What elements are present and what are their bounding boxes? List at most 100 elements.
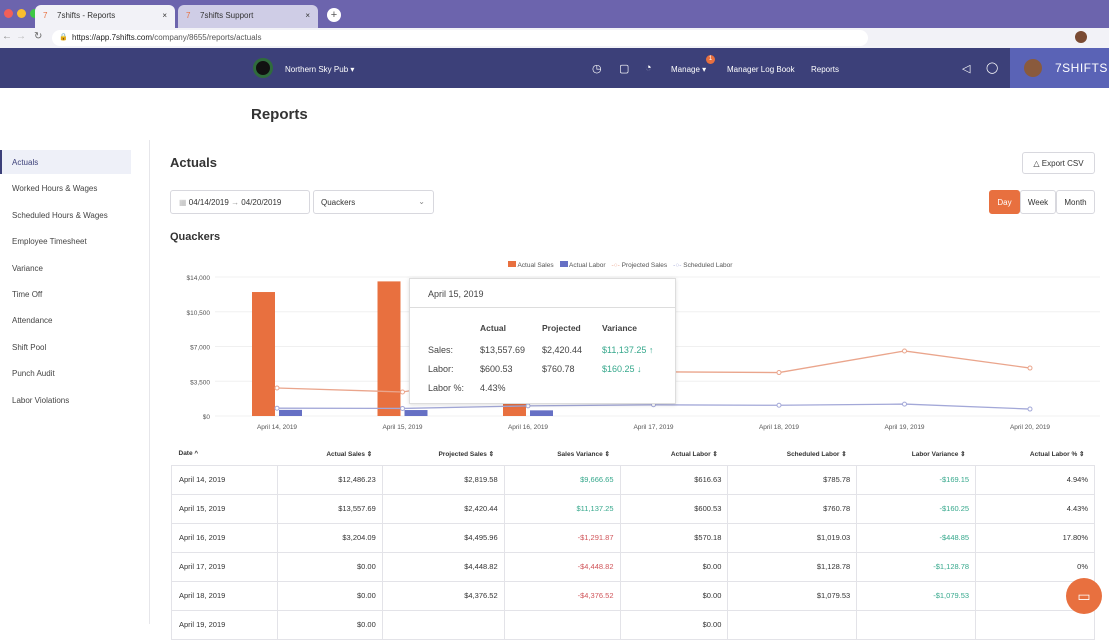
- table-cell: [727, 609, 858, 640]
- dashboard-icon[interactable]: ◷: [592, 62, 602, 75]
- manage-label: Manage: [671, 65, 700, 74]
- actual-labor-bar: [530, 410, 553, 416]
- url-field[interactable]: https://app.7shifts.com/company/8655/rep…: [52, 30, 868, 46]
- close-tab-icon[interactable]: ×: [305, 11, 310, 20]
- table-row: April 18, 2019 $0.00 $4,376.52 -$4,376.52 $0…: [171, 580, 1095, 611]
- table-row: April 17, 2019 $0.00 $4,448.82 -$4,448.82 $0…: [171, 551, 1095, 582]
- lock-icon: 🔒: [59, 34, 68, 41]
- new-tab-icon[interactable]: +: [327, 8, 341, 22]
- table-cell: April 15, 2019: [171, 493, 278, 524]
- table-cell: -$1,079.53: [856, 580, 977, 611]
- table-cell: $2,420.44: [381, 493, 505, 524]
- table-cell: $12,486.23: [276, 464, 383, 495]
- announcement-icon[interactable]: ◁: [962, 62, 970, 75]
- period-month-button[interactable]: Month: [1056, 190, 1095, 214]
- sidebar-item[interactable]: Attendance: [0, 308, 131, 332]
- table-cell: April 18, 2019: [171, 580, 278, 611]
- table-cell: $2,819.58: [381, 464, 505, 495]
- close-tab-icon[interactable]: ×: [162, 11, 167, 20]
- column-header[interactable]: Actual Sales ⇕: [277, 443, 382, 465]
- brand-area: 7SHIFTS: [1010, 48, 1109, 88]
- column-header[interactable]: Date ^: [172, 443, 278, 465]
- period-day-button[interactable]: Day: [989, 190, 1020, 214]
- tooltip-date: April 15, 2019: [428, 289, 484, 299]
- sidebar-item[interactable]: Labor Violations: [0, 388, 131, 412]
- column-header[interactable]: Labor Variance ⇕: [857, 443, 976, 465]
- calendar-icon[interactable]: ▢: [619, 62, 629, 75]
- scheduled-labor-point: [776, 402, 782, 408]
- location-switcher[interactable]: Northern Sky Pub ▾: [285, 65, 354, 74]
- scheduled-labor-point: [1027, 406, 1033, 412]
- table-cell: $4,376.52: [381, 580, 505, 611]
- browser-tab-reports[interactable]: 7 7shifts - Reports ×: [35, 5, 175, 28]
- section-title: Actuals: [170, 155, 217, 170]
- tooltip-actual: $13,557.69: [480, 345, 526, 355]
- y-tick-label: $10,500: [187, 310, 211, 317]
- tab-title: 7shifts Support: [200, 11, 254, 20]
- table-cell: $0.00: [276, 609, 383, 640]
- tooltip-col: Actual: [480, 323, 506, 333]
- sidebar-item[interactable]: Employee Timesheet: [0, 229, 131, 253]
- date-from: 04/14/2019: [188, 198, 229, 207]
- close-window-icon[interactable]: [4, 9, 13, 18]
- date-to: 04/20/2019: [241, 198, 282, 207]
- table-cell: 17.80%: [975, 522, 1095, 553]
- table-cell: $570.18: [619, 522, 729, 553]
- sidebar-item[interactable]: Variance: [0, 256, 131, 280]
- sidebar-item[interactable]: Shift Pool: [0, 335, 131, 359]
- column-header[interactable]: Scheduled Labor ⇕: [728, 443, 857, 465]
- sidebar-item[interactable]: Scheduled Hours & Wages: [0, 203, 131, 227]
- tooltip-projected: $760.78: [542, 364, 575, 374]
- manager-log-book-link[interactable]: Manager Log Book: [727, 65, 795, 74]
- column-header[interactable]: Actual Labor ⇕: [620, 443, 728, 465]
- column-header[interactable]: Sales Variance ⇕: [504, 443, 620, 465]
- favicon-icon: 7: [186, 11, 191, 20]
- table-cell: -$4,376.52: [503, 580, 621, 611]
- y-tick-label: $7,000: [190, 345, 210, 352]
- reload-icon[interactable]: ↻: [34, 31, 42, 42]
- sidebar-item[interactable]: Actuals: [0, 150, 131, 174]
- tooltip-variance: $11,137.25 ↑: [602, 345, 654, 355]
- actual-sales-bar: [252, 292, 275, 416]
- table-cell: $616.63: [619, 464, 729, 495]
- sidebar-item[interactable]: Worked Hours & Wages: [0, 176, 131, 200]
- brand-logo: 7SHIFTS: [1055, 61, 1108, 75]
- chart-tooltip: April 15, 2019 Actual Projected Variance…: [409, 278, 676, 404]
- timer-icon[interactable]: ◔: [645, 62, 652, 74]
- x-tick-label: April 20, 2019: [1010, 424, 1050, 431]
- app-header: [0, 48, 1109, 88]
- x-tick-label: April 17, 2019: [633, 424, 673, 431]
- chat-support-button[interactable]: ▭: [1066, 578, 1102, 614]
- table-cell: $4,448.82: [381, 551, 505, 582]
- page-title: Reports: [251, 106, 308, 123]
- tooltip-projected: $2,420.44: [542, 345, 583, 355]
- manage-menu[interactable]: Manage ▾: [671, 65, 706, 74]
- browser-tab-support[interactable]: 7 7shifts Support ×: [178, 5, 318, 28]
- tooltip-row-label: Sales:: [428, 345, 454, 355]
- minimize-window-icon[interactable]: [17, 9, 26, 18]
- favicon-icon: 7: [43, 11, 48, 20]
- table-cell: $0.00: [619, 580, 729, 611]
- sidebar-item[interactable]: Punch Audit: [0, 361, 131, 385]
- table-cell: $600.53: [619, 493, 729, 524]
- forward-icon[interactable]: →: [16, 31, 26, 42]
- column-header[interactable]: Projected Sales ⇕: [382, 443, 504, 465]
- export-csv-button[interactable]: △ Export CSV: [1022, 152, 1095, 174]
- sidebar-item[interactable]: Time Off: [0, 282, 131, 306]
- table-row: April 19, 2019 $0.00 $0.00: [171, 609, 1095, 640]
- back-icon[interactable]: ←: [2, 31, 12, 42]
- x-tick-label: April 15, 2019: [382, 424, 422, 431]
- reports-link[interactable]: Reports: [811, 65, 839, 74]
- table-cell: April 19, 2019: [171, 609, 278, 640]
- column-header[interactable]: Actual Labor % ⇕: [976, 443, 1095, 465]
- scheduled-labor-point: [274, 405, 280, 411]
- date-range-picker[interactable]: ▦ 04/14/2019 → 04/20/2019: [170, 190, 310, 214]
- period-week-button[interactable]: Week: [1020, 190, 1056, 214]
- actual-sales-bar: [377, 281, 401, 416]
- projected-sales-point: [902, 348, 907, 354]
- profile-avatar[interactable]: [1075, 31, 1087, 43]
- location-name: Northern Sky Pub: [285, 65, 349, 74]
- user-avatar[interactable]: [1024, 59, 1042, 77]
- chat-icon[interactable]: ◯: [986, 61, 998, 74]
- location-select[interactable]: Quackers ⌄: [313, 190, 434, 214]
